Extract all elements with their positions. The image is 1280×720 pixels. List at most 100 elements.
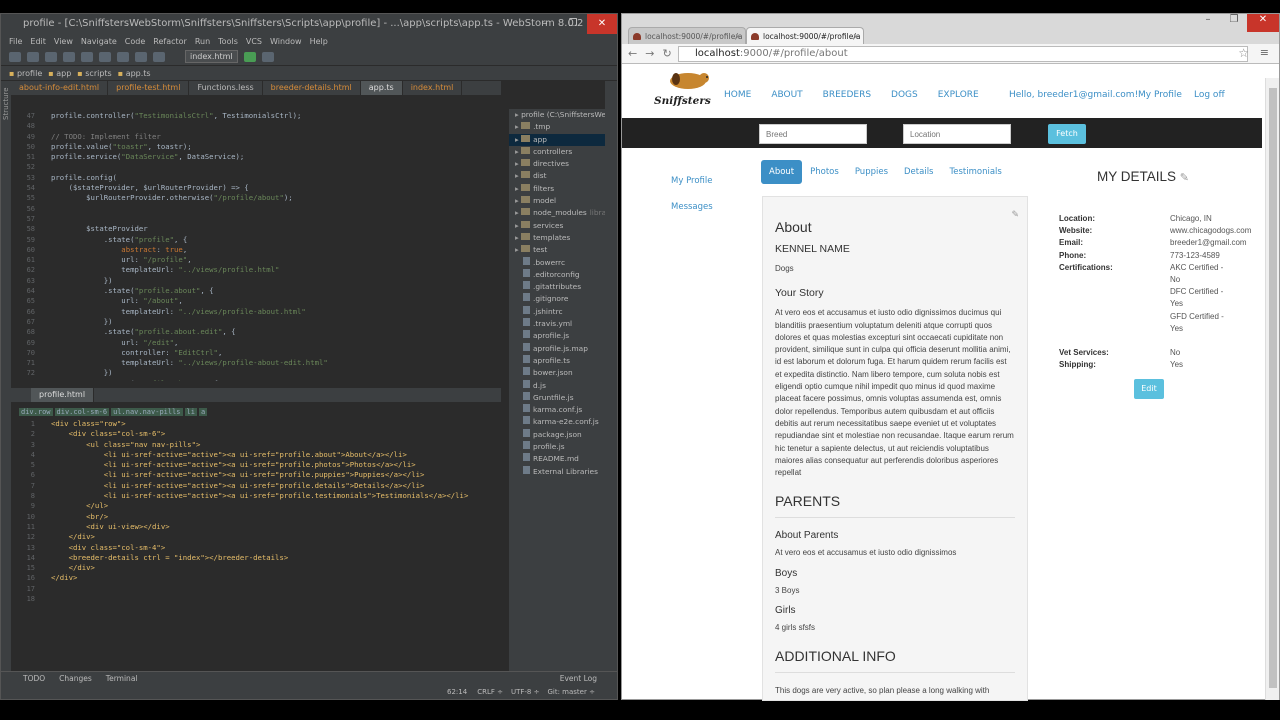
folder-item[interactable]: test: [509, 244, 605, 256]
event-log[interactable]: Event Log: [560, 674, 597, 683]
minimize-icon[interactable]: –: [531, 14, 559, 34]
close-tab-icon[interactable]: ×: [853, 28, 859, 44]
find-icon[interactable]: [153, 51, 165, 62]
file-item[interactable]: .gitignore: [509, 293, 605, 305]
html-breadcrumb-item[interactable]: ul.nav.nav-pills: [111, 408, 183, 416]
editor1-code[interactable]: profile.controller("TestimonialsCtrl", T…: [51, 111, 501, 381]
file-item[interactable]: package.json: [509, 428, 605, 441]
file-item[interactable]: Gruntfile.js: [509, 391, 605, 404]
folder-item[interactable]: .tmp: [509, 121, 605, 133]
html-breadcrumb-item[interactable]: div.col-sm-6: [54, 408, 110, 416]
structure-label[interactable]: Structure: [2, 87, 10, 120]
file-item[interactable]: External Libraries: [509, 465, 605, 478]
maximize-icon[interactable]: ❐: [559, 14, 587, 34]
bottom-tab-terminal[interactable]: Terminal: [106, 674, 138, 683]
back-icon[interactable]: ←: [628, 47, 637, 60]
save-icon[interactable]: [27, 51, 39, 62]
debug-icon[interactable]: [261, 51, 274, 62]
nav-home[interactable]: HOME: [724, 90, 751, 100]
editor2-code[interactable]: <div class="row"> <div class="col-sm-6">…: [51, 419, 501, 629]
edit-pencil-icon[interactable]: ✎: [1011, 209, 1019, 220]
file-item[interactable]: .jshintrc: [509, 305, 605, 318]
file-item[interactable]: d.js: [509, 379, 605, 392]
folder-item[interactable]: directives: [509, 158, 605, 170]
browser-tab[interactable]: localhost:9000/#/profile/a ×: [628, 27, 746, 44]
file-item[interactable]: .travis.yml: [509, 318, 605, 330]
git-branch[interactable]: Git: master ÷: [547, 688, 594, 696]
forward-icon[interactable]: →: [645, 47, 654, 60]
log-off-link[interactable]: Log off: [1194, 90, 1225, 100]
file-item[interactable]: .bowerrc: [509, 256, 605, 269]
menu-item-edit[interactable]: Edit: [30, 37, 46, 46]
breed-input[interactable]: [759, 124, 867, 144]
minimize-icon[interactable]: –: [1195, 14, 1221, 32]
folder-item[interactable]: model: [509, 195, 605, 207]
file-item[interactable]: aprofile.ts: [509, 354, 605, 367]
cursor-position[interactable]: 62:14: [447, 688, 467, 696]
pill-about[interactable]: About: [761, 160, 803, 184]
editor-tab[interactable]: breeder-details.html: [263, 81, 361, 95]
side-nav-my-profile[interactable]: My Profile: [671, 168, 713, 194]
html-breadcrumb-item[interactable]: li: [184, 408, 197, 416]
file-item[interactable]: .gitattributes: [509, 281, 605, 293]
file-item[interactable]: README.md: [509, 453, 605, 465]
close-icon[interactable]: ✕: [1247, 14, 1279, 32]
editor-tab[interactable]: index.html: [403, 81, 463, 95]
copy-icon[interactable]: [117, 51, 129, 62]
breadcrumb-item[interactable]: scripts: [77, 69, 111, 78]
line-separator[interactable]: CRLF ÷: [477, 688, 503, 696]
breadcrumb-item[interactable]: profile: [9, 69, 42, 78]
menu-item-vcs[interactable]: VCS: [246, 37, 262, 46]
menu-item-run[interactable]: Run: [195, 37, 210, 46]
maximize-icon[interactable]: ❐: [1221, 14, 1247, 32]
file-item[interactable]: karma-e2e.conf.js: [509, 416, 605, 428]
address-bar[interactable]: localhost:9000/#/profile/about: [678, 46, 1248, 62]
redo-icon[interactable]: [81, 51, 93, 62]
folder-item[interactable]: node_moduleslibra: [509, 207, 605, 219]
breadcrumb-item[interactable]: app: [48, 69, 71, 78]
run-config-select[interactable]: index.html: [185, 50, 238, 63]
nav-explore[interactable]: EXPLORE: [938, 90, 979, 100]
folder-item[interactable]: services: [509, 220, 605, 232]
breadcrumb-item[interactable]: app.ts: [118, 69, 151, 78]
editor-tab[interactable]: profile-test.html: [108, 81, 190, 95]
pill-details[interactable]: Details: [896, 160, 941, 184]
chrome-menu-icon[interactable]: ≡: [1260, 46, 1269, 59]
sniffsters-logo[interactable]: Sniffsters: [652, 71, 714, 109]
my-profile-link[interactable]: My Profile: [1138, 90, 1182, 100]
pill-photos[interactable]: Photos: [802, 160, 847, 184]
menu-item-view[interactable]: View: [54, 37, 73, 46]
location-input[interactable]: [903, 124, 1011, 144]
file-item[interactable]: aprofile.js.map: [509, 342, 605, 355]
folder-item[interactable]: app: [509, 133, 605, 146]
editor2-tab[interactable]: profile.html: [31, 388, 95, 402]
close-tab-icon[interactable]: ×: [735, 28, 741, 44]
html-breadcrumb-item[interactable]: a: [198, 408, 208, 416]
menu-item-help[interactable]: Help: [310, 37, 328, 46]
run-icon[interactable]: [243, 51, 256, 62]
fetch-button[interactable]: Fetch: [1048, 124, 1086, 144]
undo-icon[interactable]: [63, 51, 75, 62]
menu-item-file[interactable]: File: [9, 37, 22, 46]
scrollbar-thumb[interactable]: [1269, 88, 1277, 688]
menu-item-refactor[interactable]: Refactor: [153, 37, 187, 46]
edit-pencil-icon[interactable]: ✎: [1180, 172, 1189, 184]
nav-about[interactable]: ABOUT: [771, 90, 802, 100]
menu-item-window[interactable]: Window: [270, 37, 302, 46]
file-item[interactable]: .editorconfig: [509, 268, 605, 281]
side-nav-messages[interactable]: Messages: [671, 194, 713, 220]
reload-icon[interactable]: ↻: [662, 47, 671, 60]
file-item[interactable]: aprofile.js: [509, 330, 605, 342]
editor-tab[interactable]: about-info-edit.html: [11, 81, 109, 95]
nav-breeders[interactable]: BREEDERS: [823, 90, 871, 100]
menu-item-navigate[interactable]: Navigate: [81, 37, 117, 46]
sync-icon[interactable]: [45, 51, 57, 62]
file-item[interactable]: profile.js: [509, 441, 605, 453]
file-encoding[interactable]: UTF-8 ÷: [511, 688, 540, 696]
browser-tab-active[interactable]: localhost:9000/#/profile/a ×: [746, 27, 864, 44]
bottom-tab-changes[interactable]: Changes: [59, 674, 92, 683]
editor-tab[interactable]: Functions.less: [189, 81, 263, 95]
menu-item-code[interactable]: Code: [125, 37, 145, 46]
html-breadcrumb-item[interactable]: div.row: [19, 408, 53, 416]
editor-tab[interactable]: app.ts: [360, 81, 403, 95]
